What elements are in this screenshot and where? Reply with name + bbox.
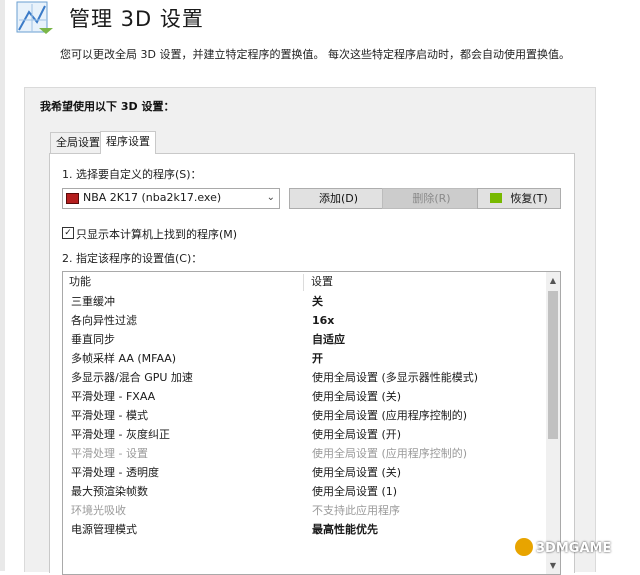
feature-setting-value[interactable]: 使用全局设置 (应用程序控制的) — [312, 406, 467, 425]
feature-name: 环境光吸收 — [71, 504, 126, 517]
feature-setting-value[interactable]: 使用全局设置 (1) — [312, 482, 397, 501]
feature-name: 平滑处理 - 透明度 — [71, 466, 159, 479]
nba2k17-program-icon — [66, 193, 79, 204]
restore-button[interactable]: 恢复(T) — [477, 188, 561, 209]
program-select-value: NBA 2K17 (nba2k17.exe) — [83, 191, 222, 204]
feature-name: 平滑处理 - FXAA — [71, 390, 156, 403]
program-settings-label: 2. 指定该程序的设置值(C)： — [62, 252, 203, 265]
scrollbar-thumb[interactable] — [548, 291, 558, 439]
restore-button-label: 恢复(T) — [510, 192, 548, 205]
feature-setting-value[interactable]: 使用全局设置 (关) — [312, 463, 401, 482]
feature-setting-value[interactable]: 使用全局设置 (关) — [312, 387, 401, 406]
remove-program-button[interactable]: 删除(R) — [382, 188, 481, 209]
feature-name: 多帧采样 AA (MFAA) — [71, 352, 177, 365]
feature-name: 各向异性过滤 — [71, 314, 137, 327]
panel-heading: 我希望使用以下 3D 设置： — [40, 100, 175, 113]
program-settings-tab-body: 1. 选择要自定义的程序(S)： NBA 2K17 (nba2k17.exe) … — [49, 153, 575, 575]
feature-name: 平滑处理 - 模式 — [71, 409, 148, 422]
feature-setting-value[interactable]: 使用全局设置 (多显示器性能模式) — [312, 368, 478, 387]
setting-column-header[interactable]: 设置 — [311, 272, 333, 292]
feature-setting-value[interactable]: 开 — [312, 349, 323, 368]
watermark-text: 3DMGAME — [536, 541, 612, 556]
program-select[interactable]: NBA 2K17 (nba2k17.exe) ⌄ — [62, 188, 280, 209]
table-row[interactable]: 多帧采样 AA (MFAA) 开 — [63, 349, 545, 368]
table-row[interactable]: 多显示器/混合 GPU 加速 使用全局设置 (多显示器性能模式) — [63, 368, 545, 387]
feature-name: 垂直同步 — [71, 333, 115, 346]
scroll-up-arrow-icon[interactable]: ▲ — [546, 272, 560, 289]
feature-setting-value[interactable]: 使用全局设置 (开) — [312, 425, 401, 444]
tab-global-settings[interactable]: 全局设置 — [50, 132, 106, 153]
nvidia-logo-icon — [490, 193, 503, 203]
table-row[interactable]: 三重缓冲 关 — [63, 292, 545, 311]
table-row[interactable]: 平滑处理 - 设置 使用全局设置 (应用程序控制的) — [63, 444, 545, 463]
3d-settings-icon — [16, 1, 53, 34]
feature-setting-value[interactable]: 不支持此应用程序 — [312, 501, 400, 520]
feature-setting-value[interactable]: 关 — [312, 292, 323, 311]
table-row[interactable]: 环境光吸收 不支持此应用程序 — [63, 501, 545, 520]
select-program-label: 1. 选择要自定义的程序(S)： — [62, 168, 202, 181]
feature-setting-value[interactable]: 最高性能优先 — [312, 520, 378, 539]
column-divider[interactable] — [303, 274, 304, 291]
page-title: 管理 3D 设置 — [69, 7, 204, 31]
feature-setting-value[interactable]: 使用全局设置 (应用程序控制的) — [312, 444, 467, 463]
feature-setting-value[interactable]: 自适应 — [312, 330, 345, 349]
show-found-programs-checkbox[interactable]: ✓ — [62, 227, 74, 239]
add-program-button[interactable]: 添加(D) — [289, 188, 388, 209]
table-row[interactable]: 垂直同步 自适应 — [63, 330, 545, 349]
watermark: 3DMGAME — [515, 538, 611, 556]
show-found-programs-label[interactable]: 只显示本计算机上找到的程序(M) — [76, 226, 237, 242]
tab-program-settings[interactable]: 程序设置 — [100, 131, 156, 154]
table-row[interactable]: 平滑处理 - 灰度纠正 使用全局设置 (开) — [63, 425, 545, 444]
page-description: 您可以更改全局 3D 设置，并建立特定程序的置换值。 每次这些特定程序启动时，都… — [60, 48, 570, 61]
watermark-logo-icon — [515, 538, 533, 556]
feature-column-header[interactable]: 功能 — [69, 272, 91, 292]
table-row[interactable]: 电源管理模式 最高性能优先 — [63, 520, 545, 539]
scroll-down-arrow-icon[interactable]: ▼ — [546, 557, 560, 574]
chevron-down-icon[interactable]: ⌄ — [267, 192, 275, 203]
feature-setting-value[interactable]: 16x — [312, 311, 334, 330]
feature-name: 平滑处理 - 设置 — [71, 447, 148, 460]
feature-name: 多显示器/混合 GPU 加速 — [71, 371, 193, 384]
page-header: 管理 3D 设置 — [5, 0, 640, 38]
settings-panel: 我希望使用以下 3D 设置： 全局设置 程序设置 1. 选择要自定义的程序(S)… — [24, 87, 596, 575]
table-row[interactable]: 最大预渲染帧数 使用全局设置 (1) — [63, 482, 545, 501]
table-row[interactable]: 平滑处理 - 透明度 使用全局设置 (关) — [63, 463, 545, 482]
table-row[interactable]: 平滑处理 - 模式 使用全局设置 (应用程序控制的) — [63, 406, 545, 425]
feature-name: 三重缓冲 — [71, 295, 115, 308]
feature-name: 平滑处理 - 灰度纠正 — [71, 428, 170, 441]
table-row[interactable]: 各向异性过滤 16x — [63, 311, 545, 330]
window-left-edge — [0, 0, 5, 571]
table-scrollbar[interactable]: ▲ ▼ — [546, 272, 560, 574]
table-row[interactable]: 平滑处理 - FXAA 使用全局设置 (关) — [63, 387, 545, 406]
feature-name: 最大预渲染帧数 — [71, 485, 148, 498]
settings-table: 功能 设置 三重缓冲关各向异性过滤 16x 垂直同步 自适应 多帧采样 AA (MFAA… — [62, 271, 561, 575]
feature-name: 电源管理模式 — [71, 523, 137, 536]
